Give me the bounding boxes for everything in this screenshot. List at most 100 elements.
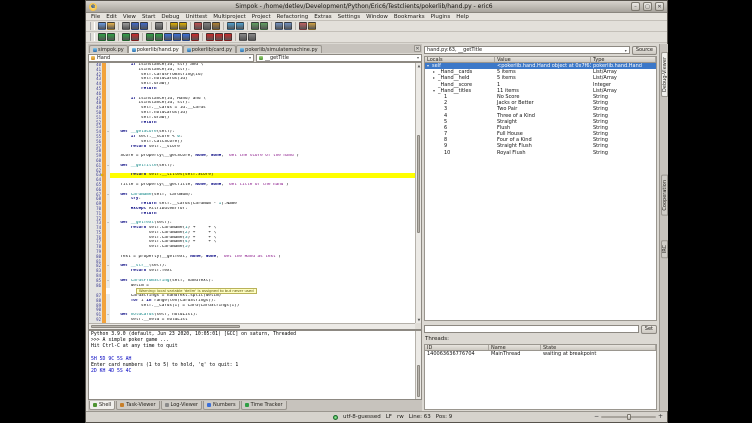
menu-plugins[interactable]: Plugins bbox=[428, 14, 454, 20]
editor-tab[interactable]: pokerlib/card.py bbox=[183, 45, 236, 53]
open-file-icon[interactable] bbox=[107, 22, 115, 30]
close-file-icon[interactable] bbox=[122, 22, 130, 30]
sidebar-tab-debug-viewer[interactable]: Debug-Viewer bbox=[661, 52, 668, 97]
editor-horizontal-scrollbar[interactable] bbox=[89, 323, 415, 329]
zoom-in-icon[interactable] bbox=[251, 22, 259, 30]
menu-file[interactable]: File bbox=[88, 14, 103, 20]
close-button[interactable]: ✕ bbox=[655, 2, 664, 11]
tab-shell[interactable]: Shell bbox=[89, 401, 115, 410]
locals-header-locals[interactable]: Locals bbox=[425, 57, 495, 62]
set-filter-button[interactable]: Set bbox=[641, 325, 657, 334]
save-file-icon[interactable] bbox=[131, 22, 139, 30]
threads-header-id[interactable]: ID bbox=[425, 345, 489, 350]
editor-vscroll-thumb[interactable] bbox=[417, 135, 420, 233]
step-into-icon[interactable] bbox=[164, 33, 172, 41]
cut-icon[interactable] bbox=[194, 22, 202, 30]
toggle-breakpoint-icon[interactable] bbox=[206, 33, 214, 41]
paste-icon[interactable] bbox=[212, 22, 220, 30]
restart-icon[interactable] bbox=[122, 33, 130, 41]
shell-vertical-scrollbar[interactable] bbox=[415, 331, 421, 399]
zoom-out-icon[interactable]: − bbox=[594, 414, 599, 420]
source-button[interactable]: Source bbox=[632, 46, 657, 55]
menu-edit[interactable]: Edit bbox=[103, 14, 120, 20]
zoom-in-icon[interactable]: + bbox=[658, 414, 663, 420]
step-over-icon[interactable] bbox=[173, 33, 181, 41]
locals-row[interactable]: 10Royal FlushString bbox=[425, 150, 656, 156]
class-combo[interactable]: Hand ▾ bbox=[88, 54, 254, 62]
tab-task-viewer[interactable]: Task-Viewer bbox=[116, 401, 159, 410]
python-shell[interactable]: Python 3.9.0 (default, Jun 23 2020, 10:0… bbox=[88, 330, 422, 400]
zoom-slider[interactable] bbox=[601, 416, 656, 418]
threads-header-state[interactable]: State bbox=[541, 345, 656, 350]
menu-bookmarks[interactable]: Bookmarks bbox=[391, 14, 428, 20]
breakpoint-margin[interactable] bbox=[102, 318, 106, 323]
undo-icon[interactable] bbox=[170, 22, 178, 30]
zoom-slider-thumb[interactable] bbox=[627, 414, 631, 420]
thread-row[interactable]: 140063636776704MainThreadwaiting at brea… bbox=[425, 351, 656, 357]
continue-to-cursor-icon[interactable] bbox=[155, 33, 163, 41]
code-token bbox=[110, 279, 120, 283]
new-file-icon[interactable] bbox=[98, 22, 106, 30]
code-editor[interactable]: 40 if isinstance(id, str) and \41 isinst… bbox=[88, 62, 422, 330]
clear-breakpoints-icon[interactable] bbox=[224, 33, 232, 41]
save-all-icon[interactable] bbox=[140, 22, 148, 30]
locals-table-header[interactable]: LocalsValueType bbox=[424, 56, 657, 63]
debug-script-icon[interactable] bbox=[107, 33, 115, 41]
title-bar[interactable]: e Simpok - /home/detlev/Development/Pyth… bbox=[86, 1, 667, 13]
exceptions-filter-icon[interactable] bbox=[248, 33, 256, 41]
variables-filter-input[interactable] bbox=[424, 325, 639, 333]
editor-hscroll-thumb[interactable] bbox=[91, 325, 240, 328]
member-combo[interactable]: __getTitle ▾ bbox=[256, 54, 422, 62]
menu-debug[interactable]: Debug bbox=[158, 14, 182, 20]
menu-settings[interactable]: Settings bbox=[335, 14, 364, 20]
step-out-icon[interactable] bbox=[182, 33, 190, 41]
menu-unittest[interactable]: Unittest bbox=[182, 14, 210, 20]
maximize-button[interactable]: ▢ bbox=[643, 2, 652, 11]
stop-debug-icon[interactable] bbox=[191, 33, 199, 41]
redo-icon[interactable] bbox=[179, 22, 187, 30]
toolbar-grip[interactable] bbox=[90, 33, 95, 41]
editor-tab[interactable]: simpok.py bbox=[89, 45, 128, 53]
search-icon[interactable] bbox=[227, 22, 235, 30]
locals-header-value[interactable]: Value bbox=[495, 57, 591, 62]
zoom-out-icon[interactable] bbox=[260, 22, 268, 30]
continue-icon[interactable] bbox=[146, 33, 154, 41]
editor-vertical-scrollbar[interactable]: ▲ ▼ bbox=[415, 63, 421, 323]
tab-numbers[interactable]: Numbers bbox=[203, 401, 240, 410]
threads-table-header[interactable]: IDNameState bbox=[424, 344, 657, 351]
menu-multiproject[interactable]: Multiproject bbox=[210, 14, 249, 20]
threads-header-name[interactable]: Name bbox=[489, 345, 541, 350]
run-script-icon[interactable] bbox=[98, 33, 106, 41]
menu-extras[interactable]: Extras bbox=[311, 14, 334, 20]
project-open-icon[interactable] bbox=[275, 22, 283, 30]
tab-log-viewer[interactable]: Log-Viewer bbox=[161, 401, 202, 410]
menu-view[interactable]: View bbox=[120, 14, 139, 20]
print-icon[interactable] bbox=[155, 22, 163, 30]
bookmark-icon[interactable] bbox=[308, 22, 316, 30]
editor-tab[interactable]: pokerlib/simulatemachine.py bbox=[236, 45, 321, 53]
editor-tab[interactable]: pokerlib/hand.py bbox=[128, 45, 183, 53]
menu-project[interactable]: Project bbox=[249, 14, 274, 20]
code-token: return bbox=[131, 269, 147, 273]
variables-filter-icon[interactable] bbox=[239, 33, 247, 41]
stack-frame-combo[interactable]: hand.py:63, __getTitle ▾ bbox=[424, 46, 630, 54]
shell-vscroll-thumb[interactable] bbox=[417, 365, 420, 397]
tab-time-tracker[interactable]: Time Tracker bbox=[241, 401, 287, 410]
menu-window[interactable]: Window bbox=[363, 14, 391, 20]
edit-breakpoints-icon[interactable] bbox=[215, 33, 223, 41]
close-tab-icon[interactable]: ✕ bbox=[414, 45, 421, 52]
menu-refactoring[interactable]: Refactoring bbox=[274, 14, 312, 20]
locals-header-type[interactable]: Type bbox=[591, 57, 656, 62]
stop-script-icon[interactable] bbox=[131, 33, 139, 41]
toolbar-grip[interactable] bbox=[90, 22, 95, 30]
menu-help[interactable]: Help bbox=[453, 14, 472, 20]
sidebar-tab-irc[interactable]: IRC bbox=[661, 240, 668, 258]
scroll-up-icon[interactable]: ▲ bbox=[416, 63, 422, 69]
project-save-icon[interactable] bbox=[284, 22, 292, 30]
sidebar-tab-cooperation[interactable]: Cooperation bbox=[661, 175, 668, 216]
replace-icon[interactable] bbox=[236, 22, 244, 30]
spelling-icon[interactable] bbox=[299, 22, 307, 30]
menu-start[interactable]: Start bbox=[139, 14, 158, 20]
copy-icon[interactable] bbox=[203, 22, 211, 30]
minimize-button[interactable]: – bbox=[631, 2, 640, 11]
